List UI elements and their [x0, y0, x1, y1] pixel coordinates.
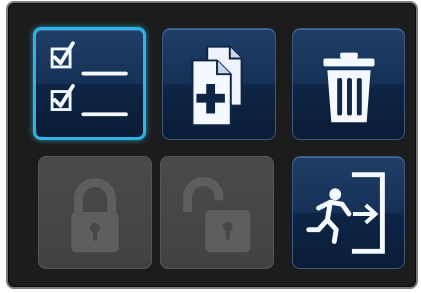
trash-icon — [323, 52, 375, 123]
lock-button[interactable] — [38, 156, 152, 269]
exit-button[interactable] — [292, 156, 405, 269]
exit-door-icon — [306, 172, 385, 254]
copy-add-icon — [191, 45, 243, 127]
lock-closed-icon — [71, 178, 119, 253]
lock-open-icon — [183, 177, 251, 253]
copy-add-button[interactable] — [162, 28, 276, 140]
icon-grid-panel — [6, 1, 418, 289]
unlock-button[interactable] — [160, 156, 274, 269]
checklist-button[interactable] — [33, 27, 146, 140]
checklist-icon — [50, 41, 128, 117]
delete-button[interactable] — [292, 28, 405, 140]
